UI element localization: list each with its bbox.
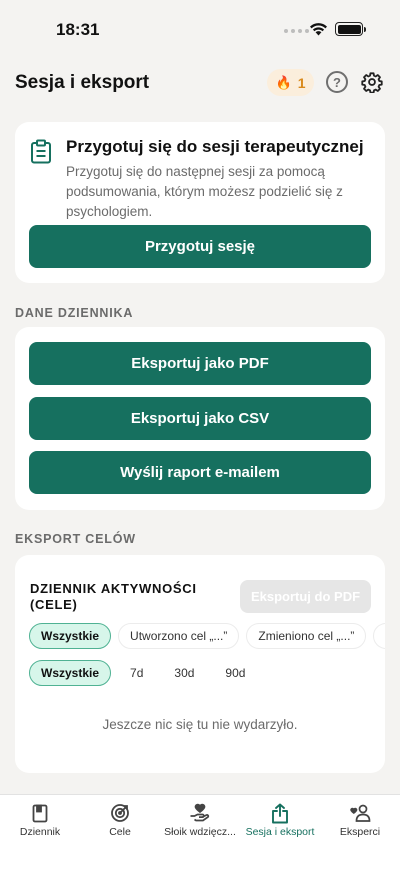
tab-gratitude-jar-label: Słoik wdzięcz... (164, 826, 236, 838)
export-pdf-button[interactable]: Eksportuj jako PDF (29, 342, 371, 385)
tab-journal-label: Dziennik (19, 826, 61, 838)
tab-experts-label: Eksperci (339, 826, 381, 838)
goals-export-card: DZIENNIK AKTYWNOŚCI (CELE) Eksportuj do … (15, 555, 385, 773)
tab-experts[interactable]: Eksperci (320, 795, 400, 845)
range-chip-90d[interactable]: 90d (213, 660, 258, 686)
wifi-icon (310, 23, 327, 36)
range-chip-all[interactable]: Wszystkie (29, 660, 112, 686)
tab-session-export-label: Sesja i eksport (245, 826, 315, 838)
tab-goals[interactable]: Cele (80, 795, 160, 845)
header: Sesja i eksport 🔥 1 ? (0, 62, 400, 102)
tab-bar: Dziennik Cele Słoik wdzięcz... Sesja i e… (0, 794, 400, 869)
streak-badge[interactable]: 🔥 1 (267, 69, 314, 96)
empty-state-text: Jeszcze nic się tu nie wydarzyło. (102, 717, 298, 732)
signal-dots-icon (284, 29, 309, 33)
tab-journal[interactable]: Dziennik (0, 795, 80, 845)
filter-chip-goal-changed[interactable]: Zmieniono cel „...” (246, 623, 367, 649)
status-bar: 18:31 (0, 0, 400, 60)
export-csv-button[interactable]: Eksportuj jako CSV (29, 397, 371, 440)
question-circle-icon[interactable]: ? (326, 71, 348, 93)
session-title: Przygotuj się do sesji terapeutycznej (66, 137, 364, 156)
type-filter-row: Wszystkie Utworzono cel „...” Zmieniono … (29, 623, 385, 649)
page-title: Sesja i eksport (15, 72, 150, 93)
filter-chip-all-types[interactable]: Wszystkie (29, 623, 112, 649)
gear-icon[interactable] (361, 71, 383, 93)
export-goals-pdf-button[interactable]: Eksportuj do PDF (240, 580, 371, 613)
tab-goals-label: Cele (109, 826, 131, 838)
goals-section-label: EKSPORT CELÓW (15, 532, 136, 546)
status-time: 18:31 (56, 20, 100, 39)
heart-hand-icon (189, 803, 211, 823)
battery-icon (335, 22, 366, 36)
clipboard-icon (31, 139, 51, 164)
experts-icon (349, 803, 371, 823)
filter-chip-goal-created[interactable]: Utworzono cel „...” (118, 623, 240, 649)
filter-chip-more[interactable]: W (373, 623, 385, 649)
flame-icon: 🔥 (275, 74, 292, 90)
prepare-session-button[interactable]: Przygotuj sesję (29, 225, 371, 268)
streak-count: 1 (297, 74, 306, 91)
tab-session-export[interactable]: Sesja i eksport (240, 795, 320, 845)
range-chip-7d[interactable]: 7d (118, 660, 156, 686)
range-filter-row: Wszystkie 7d 30d 90d (29, 660, 258, 686)
email-report-button[interactable]: Wyślij raport e-mailem (29, 451, 371, 494)
tab-gratitude-jar[interactable]: Słoik wdzięcz... (160, 795, 240, 845)
range-chip-30d[interactable]: 30d (162, 660, 207, 686)
share-icon (271, 803, 289, 823)
journal-export-card: Eksportuj jako PDF Eksportuj jako CSV Wy… (15, 327, 385, 510)
session-card: Przygotuj się do sesji terapeutycznej Pr… (15, 122, 385, 283)
journal-section-label: DANE DZIENNIKA (15, 306, 134, 320)
target-icon (110, 803, 130, 823)
book-icon (32, 803, 48, 823)
activity-log-title: DZIENNIK AKTYWNOŚCI (CELE) (30, 581, 197, 612)
session-description: Przygotuj się do następnej sesji za pomo… (66, 164, 343, 219)
